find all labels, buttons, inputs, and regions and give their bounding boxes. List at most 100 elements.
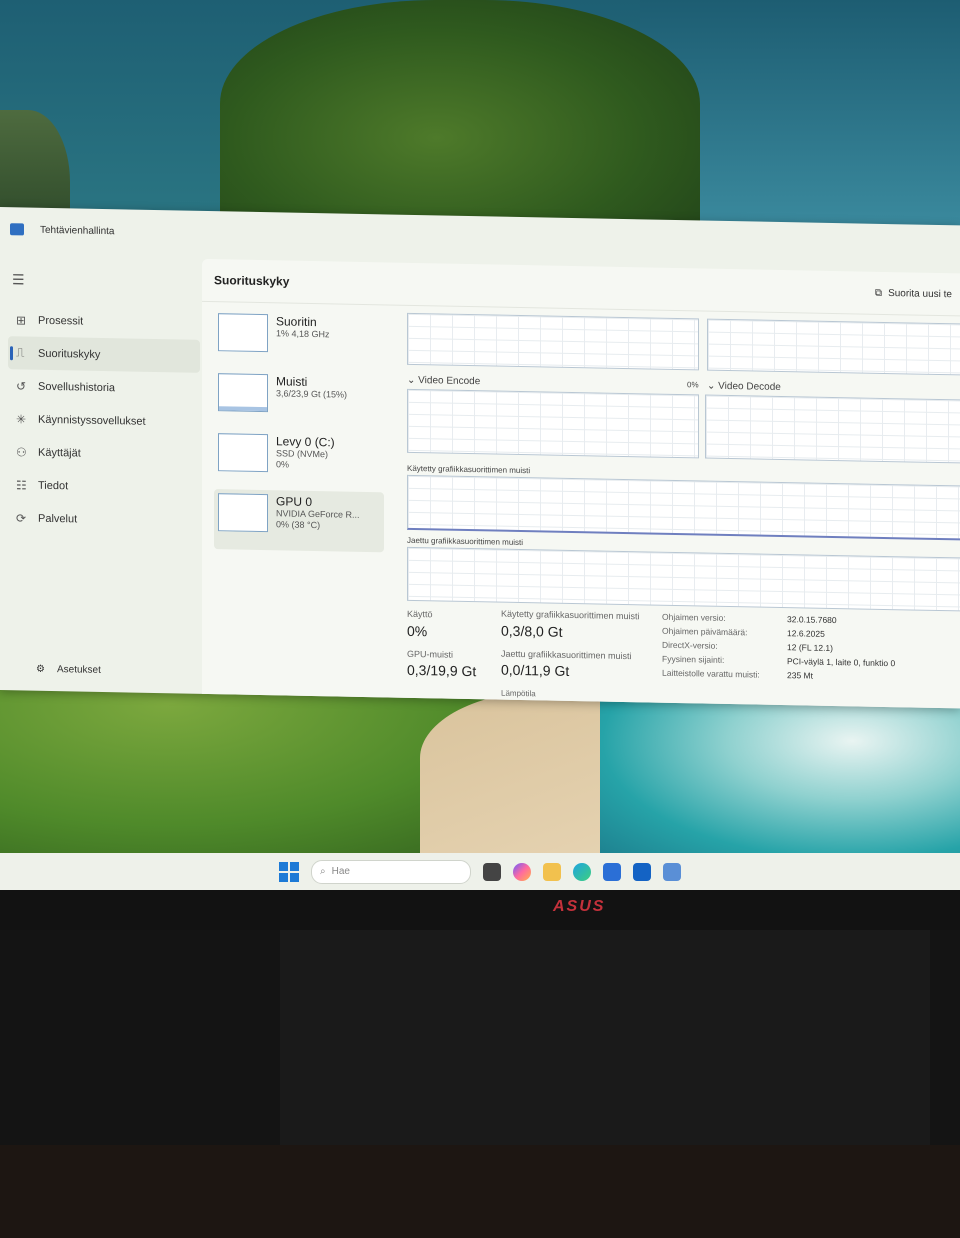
device-item-memory[interactable]: Muisti 3,6/23,9 Gt (15%) <box>214 369 384 432</box>
hamburger-menu-icon[interactable]: ☰ <box>12 271 25 288</box>
sidebar-item-details[interactable]: ☷ Tiedot <box>8 468 200 505</box>
gear-icon: ⚙ <box>36 663 45 675</box>
prop-label: DirectX-versio: <box>662 639 718 651</box>
device-name: Muisti <box>276 374 308 389</box>
run-new-task-button[interactable]: ⧉ Suorita uusi te <box>875 287 952 299</box>
prop-value: 32.0.15.7680 <box>787 614 837 626</box>
performance-icon: ⎍ <box>16 345 25 360</box>
video-decode-label[interactable]: ⌄ Video Decode <box>707 381 781 393</box>
sidebar-item-label: Suorituskyky <box>38 347 101 361</box>
prop-value: PCI-väylä 1, laite 0, funktio 0 <box>787 656 896 669</box>
prop-label: Fyysinen sijainti: <box>662 653 725 665</box>
prop-label: Laitteistolle varattu muisti: <box>662 667 760 680</box>
sidebar-item-services[interactable]: ⟳ Palvelut <box>8 501 200 538</box>
chevron-down-icon: ⌄ <box>407 374 416 386</box>
task-manager-window: Tehtävienhallinta ☰ ⊞ Prosessit ⎍ Suorit… <box>0 207 960 709</box>
processes-icon: ⊞ <box>16 312 27 328</box>
run-task-icon: ⧉ <box>874 287 883 299</box>
engine-graph-left <box>407 312 699 371</box>
services-icon: ⟳ <box>16 510 27 526</box>
engine-graph-right <box>707 318 960 376</box>
search-placeholder: Hae <box>331 866 350 877</box>
taskbar: ⌕ Hae <box>0 853 960 890</box>
sidebar-item-app-history[interactable]: ↺ Sovellushistoria <box>8 369 200 406</box>
outlook-icon[interactable] <box>633 862 651 881</box>
run-task-label: Suorita uusi te <box>888 287 952 300</box>
startup-icon: ✳ <box>16 411 27 427</box>
sidebar-item-label: Käyttäjät <box>38 446 81 460</box>
gpu-mem-stat-label: GPU-muisti <box>407 648 454 660</box>
prop-value: 235 Mt <box>787 670 813 681</box>
history-icon: ↺ <box>16 378 27 394</box>
shared-memory-graph <box>407 546 960 612</box>
sidebar: ☰ ⊞ Prosessit ⎍ Suorituskyky ↺ Sovellush… <box>0 251 200 694</box>
video-encode-percent: 0% <box>687 380 699 390</box>
prop-label: Ohjaimen versio: <box>662 611 726 623</box>
desk-surface <box>0 1145 960 1238</box>
wallpaper-cliff <box>220 0 700 230</box>
device-detail: 3,6/23,9 Gt (15%) <box>276 388 348 400</box>
prop-value: 12 (FL 12.1) <box>787 642 833 653</box>
video-encode-graph <box>407 388 699 459</box>
users-icon: ⚇ <box>16 444 27 460</box>
utilization-label: Käyttö <box>407 608 433 620</box>
memory-thumbnail-graph <box>218 373 268 413</box>
device-name: Levy 0 (C:) <box>276 434 335 450</box>
settings-button[interactable]: ⚙ Asetukset <box>36 664 101 676</box>
sidebar-item-label: Käynnistyssovellukset <box>38 413 146 428</box>
sidebar-item-label: Tiedot <box>38 479 69 492</box>
monitor-bezel <box>0 890 960 930</box>
shared-memory-label: Jaettu grafiikkasuorittimen muisti <box>407 535 524 548</box>
monitor-brand-logo: ASUS <box>553 898 606 915</box>
prop-label: Ohjaimen päivämäärä: <box>662 625 748 638</box>
sidebar-item-users[interactable]: ⚇ Käyttäjät <box>8 435 200 472</box>
sidebar-item-label: Palvelut <box>38 512 78 525</box>
utilization-value: 0% <box>407 622 428 640</box>
performance-panel: Suorituskyky ⧉ Suorita uusi te Suoritin … <box>202 258 960 709</box>
sidebar-item-label: Sovellushistoria <box>38 380 116 394</box>
task-manager-icon <box>10 223 24 236</box>
gpu-graphs: ⌄ Video Encode 0% ⌄ Video Decode Käytett… <box>407 305 960 709</box>
device-detail: 0% (38 °C) <box>276 519 321 531</box>
edge-icon[interactable] <box>573 862 591 881</box>
prop-value: 12.6.2025 <box>787 628 825 639</box>
video-decode-graph <box>705 394 960 464</box>
page-title: Suorituskyky <box>214 273 290 289</box>
window-title: Tehtävienhallinta <box>40 224 115 237</box>
device-item-gpu[interactable]: GPU 0 NVIDIA GeForce R... 0% (38 °C) <box>214 489 384 553</box>
start-button[interactable] <box>279 861 299 882</box>
device-detail: 1% 4,18 GHz <box>276 328 330 340</box>
sidebar-nav: ⊞ Prosessit ⎍ Suorituskyky ↺ Sovellushis… <box>8 303 200 538</box>
chevron-down-icon: ⌄ <box>707 380 716 392</box>
device-list: Suoritin 1% 4,18 GHz Muisti 3,6/23,9 Gt … <box>214 309 384 553</box>
copilot-icon[interactable] <box>513 862 531 881</box>
details-icon: ☷ <box>16 477 27 493</box>
settings-label: Asetukset <box>56 664 101 676</box>
disk-thumbnail-graph <box>218 433 268 473</box>
sidebar-item-label: Prosessit <box>38 314 84 328</box>
video-encode-label[interactable]: ⌄ Video Encode <box>407 375 480 387</box>
store-icon[interactable] <box>603 862 621 881</box>
task-view-icon[interactable] <box>483 862 501 881</box>
cpu-thumbnail-graph <box>218 313 268 353</box>
sidebar-item-performance[interactable]: ⎍ Suorituskyky <box>8 336 200 373</box>
dedicated-memory-graph <box>407 474 960 541</box>
wallpaper-waves <box>600 690 960 860</box>
sidebar-item-startup-apps[interactable]: ✳ Käynnistyssovellukset <box>8 402 200 439</box>
task-manager-taskbar-icon[interactable] <box>663 862 681 881</box>
dedicated-mem-stat-label: Käytetty grafiikkasuorittimen muisti <box>501 608 640 622</box>
device-item-cpu[interactable]: Suoritin 1% 4,18 GHz <box>214 309 384 372</box>
shared-mem-stat-value: 0,0/11,9 Gt <box>501 661 570 679</box>
temperature-label: Lämpötila <box>501 688 536 699</box>
gpu-thumbnail-graph <box>218 493 268 533</box>
desktop-background: Tehtävienhallinta ☰ ⊞ Prosessit ⎍ Suorit… <box>0 0 960 890</box>
search-icon: ⌕ <box>320 866 326 877</box>
dedicated-memory-label: Käytetty grafiikkasuorittimen muisti <box>407 463 531 476</box>
file-explorer-icon[interactable] <box>543 862 561 881</box>
device-detail: 0% <box>276 459 290 470</box>
taskbar-search[interactable]: ⌕ Hae <box>311 859 471 884</box>
device-item-disk[interactable]: Levy 0 (C:) SSD (NVMe) 0% <box>214 429 384 492</box>
shared-mem-stat-label: Jaettu grafiikkasuorittimen muisti <box>501 648 632 662</box>
device-name: Suoritin <box>276 314 317 330</box>
sidebar-item-processes[interactable]: ⊞ Prosessit <box>8 303 200 340</box>
